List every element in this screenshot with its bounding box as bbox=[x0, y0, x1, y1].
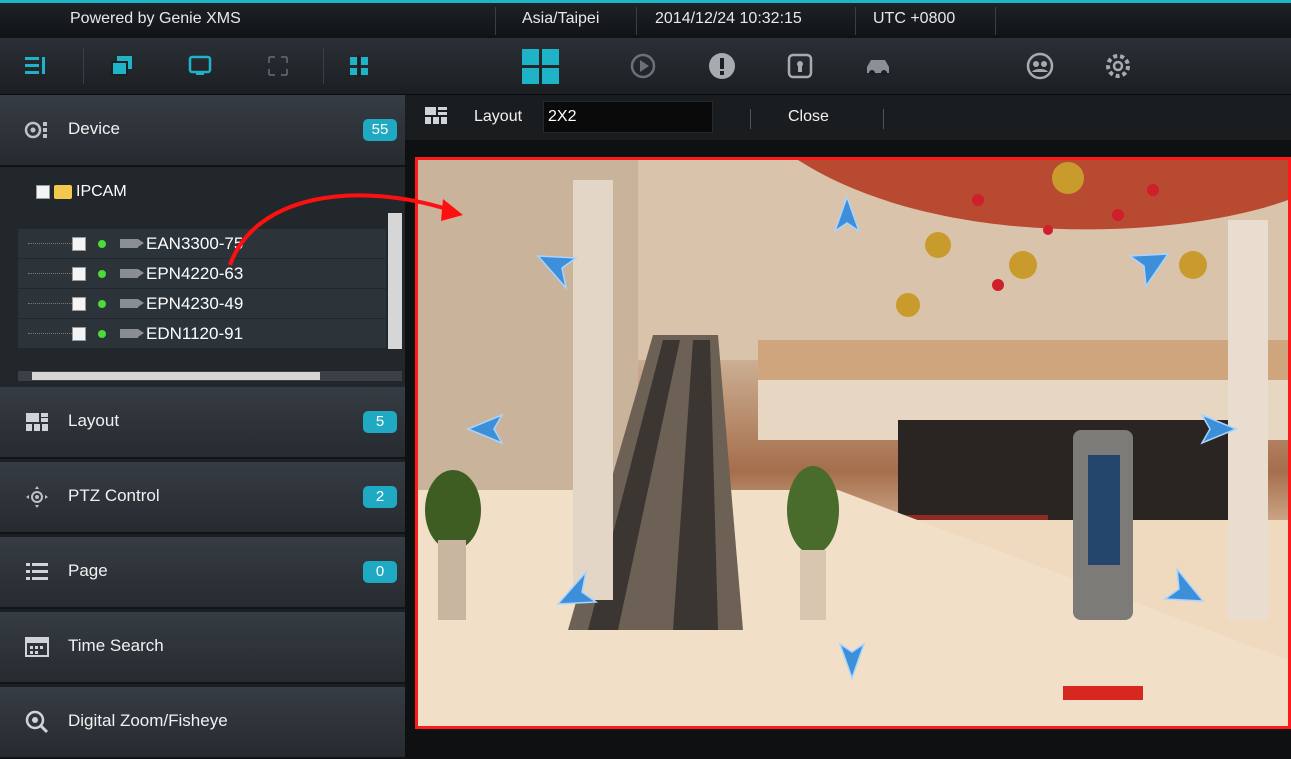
time-search-panel-header[interactable]: Time Search bbox=[0, 612, 405, 684]
car-icon[interactable] bbox=[862, 50, 894, 82]
ptz-up-right-arrow-icon[interactable] bbox=[1128, 250, 1170, 290]
device-panel-header[interactable]: Device 55 bbox=[0, 95, 405, 167]
alert-icon[interactable] bbox=[706, 50, 738, 82]
ptz-down-left-arrow-icon[interactable] bbox=[556, 568, 598, 608]
ptz-count-badge: 2 bbox=[363, 486, 397, 508]
tree-connector bbox=[28, 333, 72, 334]
camera-checkbox[interactable] bbox=[72, 296, 86, 311]
digital-zoom-panel-header[interactable]: Digital Zoom/Fisheye bbox=[0, 687, 405, 759]
camera-checkbox[interactable] bbox=[72, 236, 86, 251]
layout-panel-header[interactable]: Layout 5 bbox=[0, 387, 405, 459]
status-divider bbox=[855, 7, 856, 35]
status-divider bbox=[495, 7, 496, 35]
windows-icon[interactable] bbox=[106, 50, 138, 82]
ptz-left-arrow-icon[interactable] bbox=[466, 413, 506, 445]
camera-checkbox[interactable] bbox=[72, 326, 86, 341]
tree-connector bbox=[28, 273, 72, 274]
drag-arrow-annotation bbox=[228, 193, 463, 266]
lock-icon[interactable] bbox=[784, 50, 816, 82]
main-toolbar bbox=[0, 38, 1291, 95]
header-divider bbox=[883, 109, 884, 129]
layout-select[interactable]: 2X2 bbox=[543, 101, 713, 133]
online-status-icon bbox=[98, 239, 106, 248]
settings-icon[interactable] bbox=[1102, 50, 1134, 82]
camera-icon bbox=[120, 269, 144, 278]
camera-video-view[interactable] bbox=[415, 157, 1291, 729]
status-bar: Powered by Genie XMS Asia/Taipei 2014/12… bbox=[0, 0, 1291, 38]
group-icon[interactable] bbox=[1024, 50, 1056, 82]
device-label: Device bbox=[68, 119, 120, 138]
layout-label: Layout bbox=[68, 411, 120, 430]
viewer-header: Layout 2X2 Close bbox=[405, 95, 1291, 140]
camera-icon bbox=[120, 299, 144, 308]
grid-layout-icon[interactable] bbox=[520, 46, 562, 88]
page-panel-header[interactable]: Page 0 bbox=[0, 537, 405, 609]
header-divider bbox=[750, 109, 751, 129]
toolbar-divider bbox=[323, 48, 324, 84]
folder-icon bbox=[54, 185, 72, 199]
split-icon[interactable] bbox=[343, 50, 375, 82]
camera-name: EDN1120-91 bbox=[146, 323, 244, 343]
tree-horizontal-scrollbar[interactable] bbox=[32, 372, 320, 380]
status-divider bbox=[995, 7, 996, 35]
layout-field-label: Layout bbox=[474, 108, 523, 125]
online-status-icon bbox=[98, 269, 106, 278]
page-list-icon bbox=[26, 563, 48, 580]
tree-item-camera[interactable]: EDN1120-91 bbox=[18, 319, 386, 349]
online-status-icon bbox=[98, 299, 106, 308]
root-checkbox[interactable] bbox=[36, 185, 50, 199]
camera-checkbox[interactable] bbox=[72, 266, 86, 281]
brand-text: Powered by Genie XMS bbox=[70, 10, 241, 27]
page-count-badge: 0 bbox=[363, 561, 397, 583]
layout-icon bbox=[425, 107, 447, 124]
timezone-text: Asia/Taipei bbox=[522, 10, 600, 27]
time-search-label: Time Search bbox=[68, 636, 164, 655]
playback-icon[interactable] bbox=[627, 50, 659, 82]
fullscreen-icon[interactable] bbox=[262, 50, 294, 82]
status-divider bbox=[636, 7, 637, 35]
toolbar-divider bbox=[83, 48, 84, 84]
layout-count-badge: 5 bbox=[363, 411, 397, 433]
camera-icon bbox=[120, 239, 144, 248]
utc-text: UTC +0800 bbox=[873, 10, 956, 27]
ptz-icon bbox=[26, 486, 48, 508]
ptz-down-arrow-icon[interactable] bbox=[838, 640, 866, 680]
ptz-label: PTZ Control bbox=[68, 486, 160, 505]
ptz-up-arrow-icon[interactable] bbox=[833, 195, 861, 235]
ptz-right-arrow-icon[interactable] bbox=[1198, 413, 1238, 445]
datetime-text: 2014/12/24 10:32:15 bbox=[655, 10, 802, 27]
list-icon[interactable] bbox=[20, 50, 52, 82]
tree-root-label: IPCAM bbox=[76, 183, 127, 200]
online-status-icon bbox=[98, 329, 106, 338]
zoom-icon bbox=[25, 710, 49, 734]
tree-item-camera[interactable]: EPN4230-49 bbox=[18, 289, 386, 319]
device-icon bbox=[24, 121, 47, 139]
ptz-up-left-arrow-icon[interactable] bbox=[536, 252, 578, 292]
digital-zoom-label: Digital Zoom/Fisheye bbox=[68, 711, 228, 730]
calendar-icon bbox=[25, 637, 49, 657]
camera-name: EPN4230-49 bbox=[146, 293, 244, 313]
ptz-down-right-arrow-icon[interactable] bbox=[1163, 565, 1205, 605]
layout-icon bbox=[26, 413, 48, 431]
tree-connector bbox=[28, 243, 72, 244]
tree-root-ipcam[interactable]: IPCAM bbox=[36, 183, 127, 201]
close-button[interactable]: Close bbox=[788, 108, 829, 126]
ptz-panel-header[interactable]: PTZ Control 2 bbox=[0, 462, 405, 534]
monitor-icon[interactable] bbox=[184, 50, 216, 82]
device-count-badge: 55 bbox=[363, 119, 397, 141]
tree-connector bbox=[28, 303, 72, 304]
camera-icon bbox=[120, 329, 144, 338]
page-label: Page bbox=[68, 561, 108, 580]
